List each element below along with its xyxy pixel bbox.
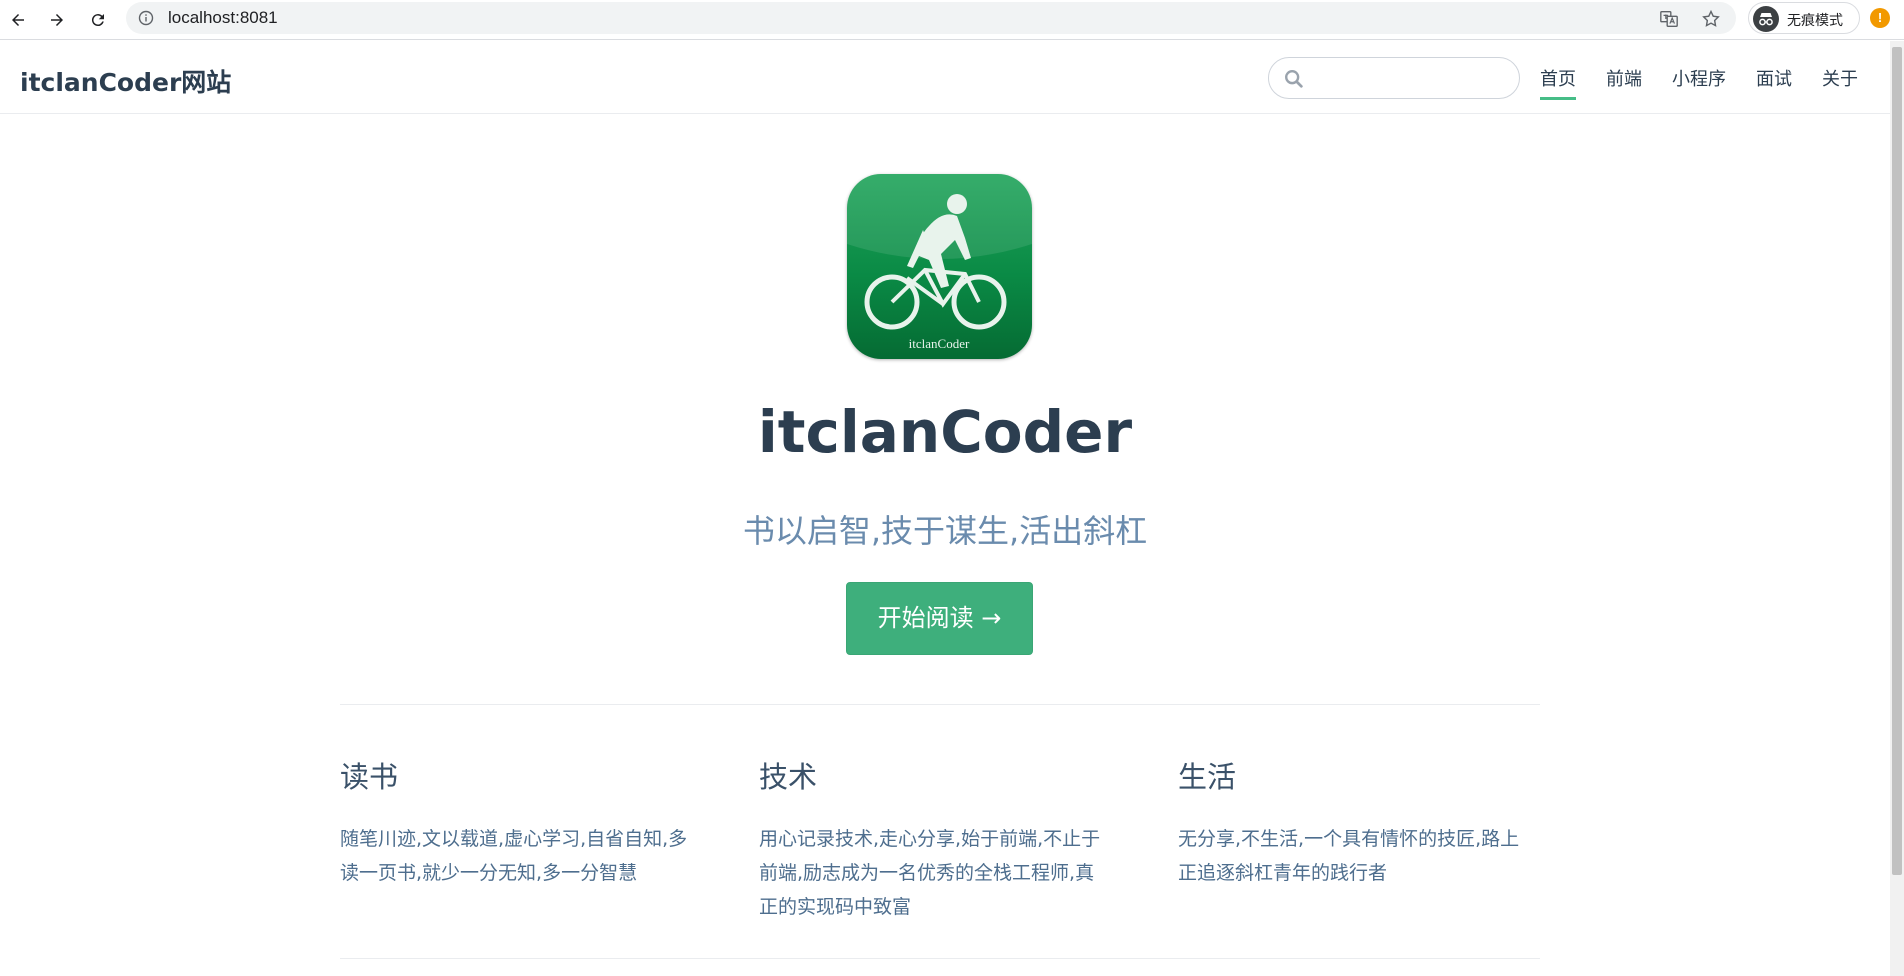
forward-button[interactable] [43, 6, 71, 34]
address-bar[interactable]: localhost:8081 [126, 2, 1736, 34]
nav-links: 首页 前端 小程序 面试 关于 [1540, 65, 1858, 100]
hero-title: itclanCoder [757, 398, 1133, 466]
section-divider [340, 704, 1540, 705]
info-icon[interactable] [138, 10, 154, 26]
arrow-left-icon [12, 14, 24, 26]
nav-link-interview[interactable]: 面试 [1756, 65, 1792, 100]
hero-tagline: 书以启智,技于谋生,活出斜杠 [742, 512, 1148, 550]
incognito-indicator[interactable]: 无痕模式 [1748, 2, 1860, 34]
site-title[interactable]: itclanCoder网站 [20, 63, 231, 99]
nav-link-home[interactable]: 首页 [1540, 65, 1576, 100]
feature-title: 生活 [1178, 760, 1237, 794]
feature-description: 用心记录技术,走心分享,始于前端,不止于 前端,励志成为一名优秀的全栈工程师,真… [759, 828, 1101, 918]
browser-toolbar: localhost:8081 无痕模式 ! [0, 0, 1904, 40]
svg-text:itclanCoder: itclanCoder [909, 336, 970, 351]
feature-reading: 读书 随笔川迹,文以载道,虚心学习,自省自知,多 读一页书,就少一分无知,多一分… [340, 754, 702, 890]
search-input[interactable] [1313, 66, 1508, 90]
feature-life: 生活 无分享,不生活,一个具有情怀的技匠,路上 正追逐斜杠青年的践行者 [1178, 754, 1540, 890]
feature-description: 随笔川迹,文以载道,虚心学习,自省自知,多 读一页书,就少一分无知,多一分智慧 [340, 828, 688, 884]
reload-button[interactable] [84, 6, 112, 34]
url-text: localhost:8081 [168, 8, 278, 27]
arrow-right-icon [51, 14, 63, 26]
scrollbar-thumb[interactable] [1892, 47, 1902, 875]
feature-technology: 技术 用心记录技术,走心分享,始于前端,不止于 前端,励志成为一名优秀的全栈工程… [759, 754, 1121, 924]
incognito-label: 无痕模式 [1787, 13, 1843, 29]
nav-link-about[interactable]: 关于 [1822, 65, 1858, 100]
reload-icon [91, 14, 104, 27]
update-alert-icon[interactable]: ! [1870, 8, 1890, 28]
nav-link-frontend[interactable]: 前端 [1606, 65, 1642, 100]
cyclist-logo-icon: itclanCoder [847, 174, 1032, 359]
footer-divider [340, 958, 1540, 959]
feature-description: 无分享,不生活,一个具有情怀的技匠,路上 正追逐斜杠青年的践行者 [1178, 828, 1520, 884]
bookmark-button[interactable] [1700, 8, 1722, 30]
back-button[interactable] [4, 6, 32, 34]
feature-title: 技术 [759, 760, 818, 794]
search-box[interactable] [1268, 57, 1520, 99]
incognito-icon [1753, 6, 1779, 32]
feature-title: 读书 [340, 760, 399, 794]
hero-logo: itclanCoder [847, 174, 1032, 359]
start-reading-button[interactable]: 开始阅读 → [846, 582, 1033, 655]
site-navbar: itclanCoder网站 首页 前端 小程序 面试 关于 [0, 41, 1890, 114]
translate-icon [1660, 11, 1678, 27]
search-icon [1285, 70, 1303, 88]
translate-button[interactable] [1658, 8, 1680, 30]
nav-link-miniprogram[interactable]: 小程序 [1672, 65, 1726, 100]
star-icon [1702, 9, 1720, 27]
